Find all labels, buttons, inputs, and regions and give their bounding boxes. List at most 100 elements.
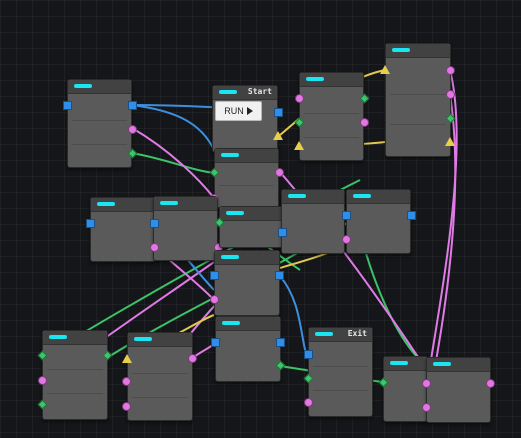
node-accent-bar xyxy=(353,194,371,198)
node-accent-bar xyxy=(160,201,178,205)
node-header[interactable] xyxy=(427,358,490,372)
output-port-square[interactable] xyxy=(276,338,285,347)
output-port-circle[interactable] xyxy=(150,243,159,252)
node-title: Start xyxy=(247,87,272,96)
input-port-circle[interactable] xyxy=(342,235,351,244)
input-port-square[interactable] xyxy=(278,228,287,237)
graph-node[interactable] xyxy=(42,330,108,420)
input-port-circle[interactable] xyxy=(304,398,313,407)
wire-pink[interactable] xyxy=(131,127,215,199)
wire-blue[interactable] xyxy=(131,104,215,151)
node-row-divider xyxy=(219,185,274,186)
node-row-divider xyxy=(304,113,359,114)
node-accent-bar xyxy=(221,153,239,157)
exit-node[interactable]: Exit xyxy=(308,327,373,417)
wire-green[interactable] xyxy=(131,152,215,174)
input-port-triangle[interactable] xyxy=(380,65,390,74)
output-port-square[interactable] xyxy=(274,108,283,117)
node-header[interactable] xyxy=(68,80,131,94)
node-header[interactable] xyxy=(154,197,217,211)
output-port-circle[interactable] xyxy=(446,90,455,99)
run-button[interactable]: RUN xyxy=(215,101,262,121)
node-row-divider xyxy=(72,120,127,121)
graph-node[interactable] xyxy=(153,196,218,261)
node-header[interactable]: Exit xyxy=(309,328,372,342)
graph-node[interactable] xyxy=(127,332,193,421)
graph-node[interactable] xyxy=(299,72,364,161)
node-row-divider xyxy=(132,373,188,374)
node-header[interactable] xyxy=(91,198,155,212)
input-port-circle[interactable] xyxy=(295,94,304,103)
graph-node[interactable] xyxy=(346,189,411,254)
output-port-circle[interactable] xyxy=(486,379,495,388)
output-port-circle[interactable] xyxy=(360,118,369,127)
node-accent-bar xyxy=(97,202,115,206)
node-accent-bar xyxy=(306,77,324,81)
node-header[interactable] xyxy=(347,190,410,204)
output-port-circle[interactable] xyxy=(188,354,197,363)
input-port-square[interactable] xyxy=(210,271,219,280)
node-row-divider xyxy=(390,124,446,125)
play-icon xyxy=(246,107,253,115)
node-row-divider xyxy=(304,137,359,138)
wire-green[interactable] xyxy=(364,249,421,361)
node-header[interactable] xyxy=(215,251,279,265)
graph-node[interactable] xyxy=(383,356,428,422)
node-header[interactable] xyxy=(215,149,278,163)
node-accent-bar xyxy=(134,337,152,341)
node-graph-canvas[interactable]: Start RUN Exit xyxy=(0,0,521,438)
input-port-circle[interactable] xyxy=(38,376,47,385)
node-row-divider xyxy=(313,366,368,367)
graph-node[interactable] xyxy=(67,79,132,168)
node-header[interactable] xyxy=(216,317,280,331)
node-accent-bar xyxy=(226,211,244,215)
graph-node[interactable] xyxy=(215,316,281,382)
graph-node[interactable] xyxy=(219,206,283,248)
node-row-divider xyxy=(72,144,127,145)
node-accent-bar xyxy=(315,332,333,336)
node-row-divider xyxy=(47,393,103,394)
graph-node[interactable] xyxy=(426,357,491,423)
node-header[interactable]: Start xyxy=(213,86,277,100)
input-port-square[interactable] xyxy=(304,350,313,359)
node-accent-bar xyxy=(392,48,410,52)
input-port-square[interactable] xyxy=(342,211,351,220)
node-row-divider xyxy=(47,369,103,370)
node-header[interactable] xyxy=(386,44,450,58)
output-port-circle[interactable] xyxy=(446,66,455,75)
graph-node[interactable] xyxy=(214,250,280,316)
output-port-square[interactable] xyxy=(128,101,137,110)
output-port-circle[interactable] xyxy=(275,168,284,177)
input-port-circle[interactable] xyxy=(422,403,431,412)
run-button-label: RUN xyxy=(224,106,244,116)
input-port-square[interactable] xyxy=(63,101,72,110)
output-port-square[interactable] xyxy=(150,219,159,228)
input-port-square[interactable] xyxy=(211,338,220,347)
graph-node[interactable] xyxy=(385,43,451,157)
node-header[interactable] xyxy=(128,333,192,347)
node-header[interactable] xyxy=(220,207,282,221)
output-port-square[interactable] xyxy=(275,271,284,280)
output-port-triangle[interactable] xyxy=(273,131,283,140)
output-port-triangle[interactable] xyxy=(445,137,455,146)
node-header[interactable] xyxy=(384,357,427,371)
input-port-circle[interactable] xyxy=(210,295,219,304)
input-port-circle[interactable] xyxy=(122,377,131,386)
output-port-circle[interactable] xyxy=(128,125,137,134)
node-accent-bar xyxy=(288,194,306,198)
node-header[interactable] xyxy=(282,190,344,204)
output-port-square[interactable] xyxy=(407,211,416,220)
graph-node[interactable] xyxy=(90,197,156,262)
input-port-circle[interactable] xyxy=(422,379,431,388)
input-port-triangle[interactable] xyxy=(294,141,304,150)
node-accent-bar xyxy=(222,321,240,325)
input-port-circle[interactable] xyxy=(122,402,131,411)
graph-node[interactable] xyxy=(281,189,345,254)
input-port-square[interactable] xyxy=(86,219,95,228)
graph-node[interactable] xyxy=(214,148,279,208)
node-row-divider xyxy=(313,390,368,391)
input-port-triangle[interactable] xyxy=(122,354,132,363)
node-header[interactable] xyxy=(300,73,363,87)
node-header[interactable] xyxy=(43,331,107,345)
wire-yellow[interactable] xyxy=(279,251,331,269)
